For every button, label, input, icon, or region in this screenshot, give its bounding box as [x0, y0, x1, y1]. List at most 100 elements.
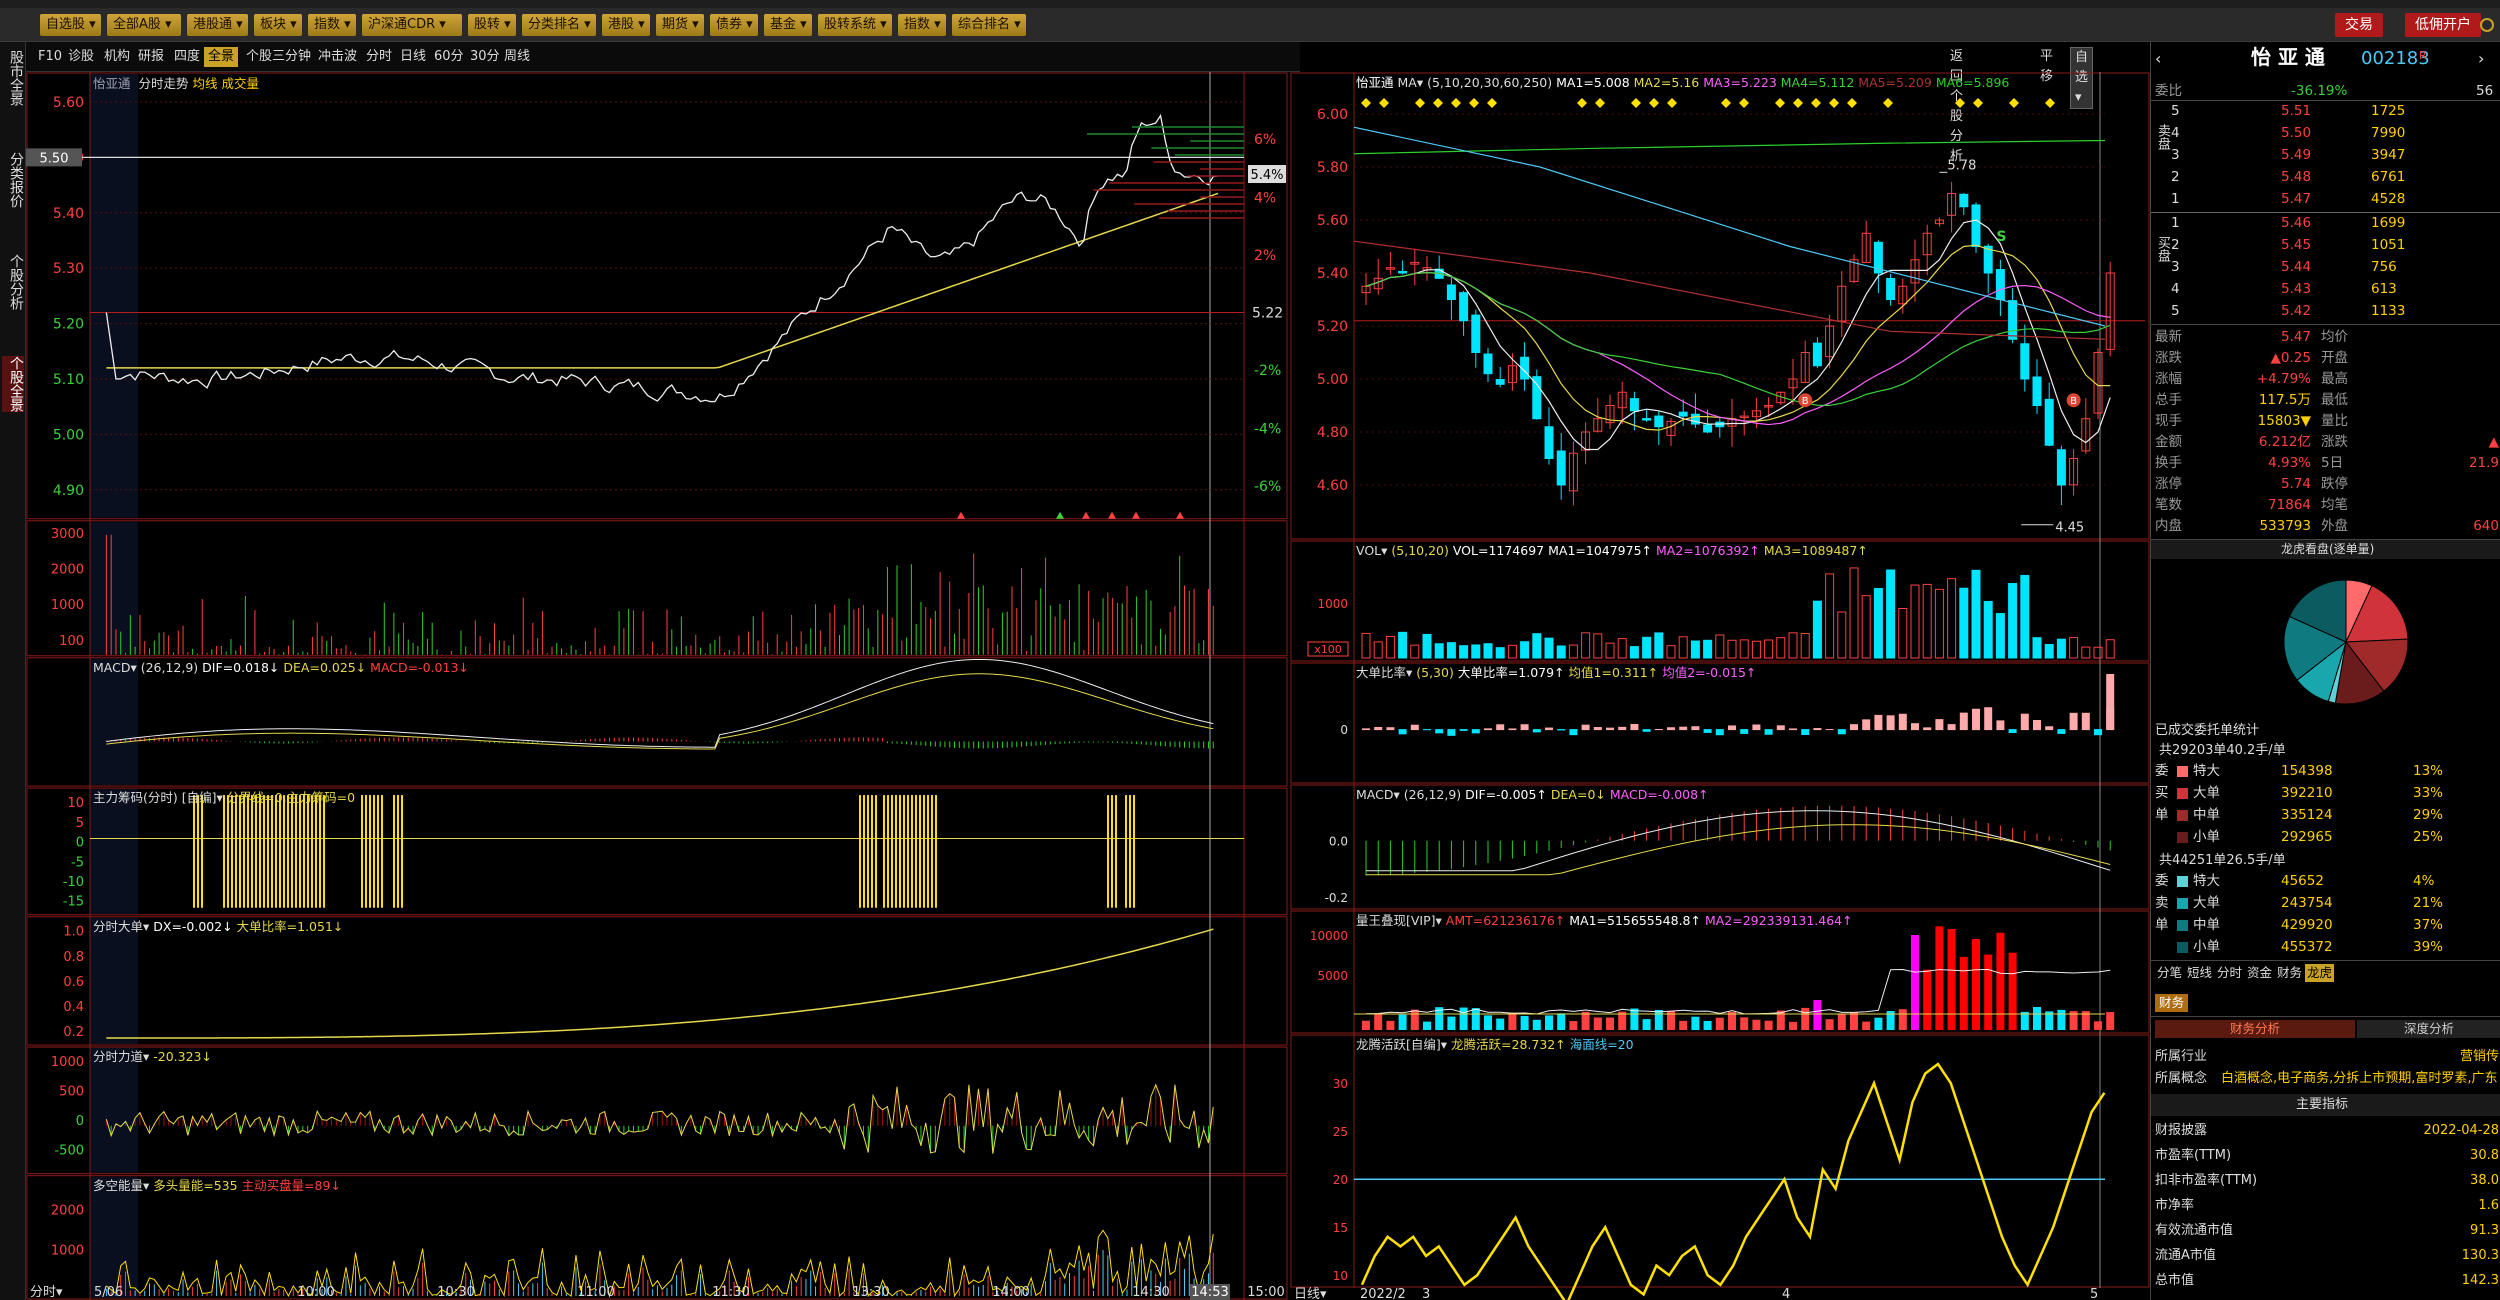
- toolbar-item-10[interactable]: 60分: [430, 47, 468, 67]
- kmacd-title-part-0: MACD▾: [1356, 787, 1404, 802]
- menu-item-7[interactable]: 分类排名 ▾: [522, 14, 596, 36]
- sell-swatch-0: [2177, 876, 2188, 887]
- toolbar-item-11[interactable]: 30分: [466, 47, 504, 67]
- fin-subtab-0[interactable]: 财务分析: [2155, 1020, 2355, 1038]
- gear-icon[interactable]: [2480, 18, 2494, 32]
- buy-row-val-0: 154398: [2281, 763, 2333, 779]
- rp-tab-4[interactable]: 财务: [2275, 964, 2304, 982]
- fin-subtab-1[interactable]: 深度分析: [2357, 1020, 2500, 1038]
- fin-row-val-0: 2022-04-28: [2423, 1123, 2499, 1138]
- toolbar-item-2[interactable]: 机构: [100, 47, 134, 67]
- kvol-bar-51: [1983, 600, 1993, 659]
- buy-vol-0: 1699: [2371, 215, 2406, 231]
- menu-item-5[interactable]: 沪深通CDR ▾: [362, 14, 462, 36]
- ddbl-bar-37: [1813, 728, 1822, 731]
- toolbar-item-0[interactable]: F10: [34, 47, 66, 67]
- menu-item-9[interactable]: 期货 ▾: [656, 14, 704, 36]
- toolbar-item-3[interactable]: 研报: [134, 47, 168, 67]
- stat-label-b-4: 量比: [2321, 413, 2348, 429]
- toolbar-item-6[interactable]: 个股三分钟: [242, 47, 315, 67]
- forward-chevron-icon[interactable]: ›: [2478, 50, 2484, 68]
- panel-frame-zlcm: [26, 787, 1288, 916]
- stat-label-a-4: 现手: [2155, 413, 2182, 429]
- date-label-0: 2022/2: [1360, 1287, 1406, 1300]
- kpanel-frame-macd: [1290, 784, 2150, 910]
- lhhy-tick-2: 20: [1333, 1173, 1348, 1187]
- kvol-bar-52: [1995, 613, 2005, 659]
- ddbl-bar-57: [2057, 729, 2066, 734]
- kline-diamond-13: [1595, 98, 1605, 108]
- side-tab-stock-analysis[interactable]: 个股分析: [2, 254, 24, 310]
- panel-frame-price: [26, 72, 1288, 520]
- stats-divider: [2151, 324, 2500, 325]
- fin-val-0: 营销传: [2459, 1049, 2499, 1064]
- buy-level-num-1: 2: [2171, 237, 2180, 253]
- menu-item-1[interactable]: 全部A股 ▾: [107, 14, 181, 36]
- rp-tab-3[interactable]: 资金: [2245, 964, 2274, 982]
- kvol-bar-61: [2105, 639, 2115, 659]
- side-tab-stock-panorama[interactable]: 个股全景: [2, 356, 24, 412]
- ddbl-bar-50: [1972, 708, 1980, 731]
- ddbl-zero: 0: [1340, 723, 1348, 737]
- toolbar-item-12[interactable]: 周线: [500, 47, 534, 67]
- buy-side-label: 买盘: [2155, 236, 2170, 262]
- kline-diamond-33: [1955, 98, 1965, 108]
- back-chevron-icon[interactable]: ‹: [2155, 50, 2161, 68]
- lwd-bar-38: [1825, 1019, 1834, 1030]
- lwd-bar-23: [1642, 1019, 1651, 1030]
- lwd-bar-26: [1679, 1020, 1688, 1030]
- sell-row-name-0: 特大: [2193, 873, 2220, 889]
- lwd-tick-1: 5000: [1317, 969, 1348, 983]
- kvol-bar-40: [1849, 567, 1859, 659]
- menu-item-11[interactable]: 基金 ▾: [764, 14, 812, 36]
- kline-title-part-0: 怡亚通: [1356, 75, 1398, 90]
- rp-tab-2[interactable]: 分时: [2215, 964, 2244, 982]
- kline-tick-7: 4.60: [1317, 478, 1348, 494]
- cursor-time: 14:53: [1191, 1285, 1228, 1300]
- ddbl-bar-48: [1947, 724, 1956, 731]
- side-tab-category[interactable]: 分类报价: [2, 152, 24, 208]
- toolbar-item-8[interactable]: 分时: [362, 47, 396, 67]
- menu-item-4[interactable]: 指数 ▾: [308, 14, 356, 36]
- rp-tab-0[interactable]: 分笔: [2155, 964, 2184, 982]
- toolbar-item-7[interactable]: 冲击波: [314, 47, 361, 67]
- ddbl-bar-43: [1886, 715, 1895, 731]
- toolbar-item-5[interactable]: 全景: [204, 47, 239, 67]
- stat-label-a-7: 涨停: [2155, 476, 2182, 492]
- menu-item-14[interactable]: 综合排名 ▾: [952, 14, 1026, 36]
- ddbl-bar-56: [2045, 726, 2054, 731]
- fin-tab[interactable]: 财务: [2155, 994, 2189, 1012]
- buy-vol-2: 756: [2371, 259, 2397, 275]
- stat-label-a-0: 最新: [2155, 329, 2182, 345]
- lwd-bar-40: [1850, 1012, 1858, 1030]
- menu-item-6[interactable]: 股转 ▾: [468, 14, 516, 36]
- toolbar-item-1[interactable]: 诊股: [64, 47, 98, 67]
- buy-swatch-0: [2177, 766, 2188, 777]
- buy-summary: 共29203单40.2手/单: [2159, 743, 2286, 758]
- trade-button[interactable]: 交易: [2335, 13, 2383, 37]
- kvol-bar-6: [1434, 643, 1444, 659]
- menu-item-2[interactable]: 港股通 ▾: [187, 14, 248, 36]
- ddbl-bar-54: [2020, 713, 2029, 731]
- intraday-chart[interactable]: 5.60 5.50 5.40 5.30 5.20 5.10 5.00 4.90 6% 4% 2% -2…: [26, 72, 1288, 1300]
- stat-value-a-6: 4.93%: [2268, 455, 2311, 471]
- menu-item-0[interactable]: 自选股 ▾: [40, 14, 101, 36]
- open-account-button[interactable]: 低佣开户: [2405, 13, 2481, 37]
- menu-item-3[interactable]: 板块 ▾: [254, 14, 302, 36]
- rp-tab-1[interactable]: 短线: [2185, 964, 2214, 982]
- kline-chart[interactable]: 6.00 5.80 5.60 5.40 5.20 5.00 4.80 4.60 5.78 4.45…: [1290, 72, 2150, 1300]
- date-label-3: 5: [2090, 1287, 2098, 1300]
- side-tab-market[interactable]: 股市全景: [2, 50, 24, 106]
- pct-tick-3: -2%: [1254, 363, 1281, 379]
- menu-item-12[interactable]: 股转系统 ▾: [818, 14, 892, 36]
- ddbl-bar-33: [1764, 729, 1773, 735]
- menu-item-8[interactable]: 港股 ▾: [602, 14, 650, 36]
- menu-item-10[interactable]: 债券 ▾: [710, 14, 758, 36]
- rp-tab-5[interactable]: 龙虎: [2305, 964, 2335, 982]
- stat-value-a-5: 6.212亿: [2258, 434, 2311, 450]
- toolbar-item-4[interactable]: 四度: [170, 47, 204, 67]
- zlcm-title: 主力筹码(分时) [自编]▾ 分界线=0,主力筹码=0: [93, 790, 355, 806]
- panel-frame-fsdd: [26, 916, 1288, 1046]
- toolbar-item-9[interactable]: 日线: [396, 47, 430, 67]
- menu-item-13[interactable]: 指数 ▾: [898, 14, 946, 36]
